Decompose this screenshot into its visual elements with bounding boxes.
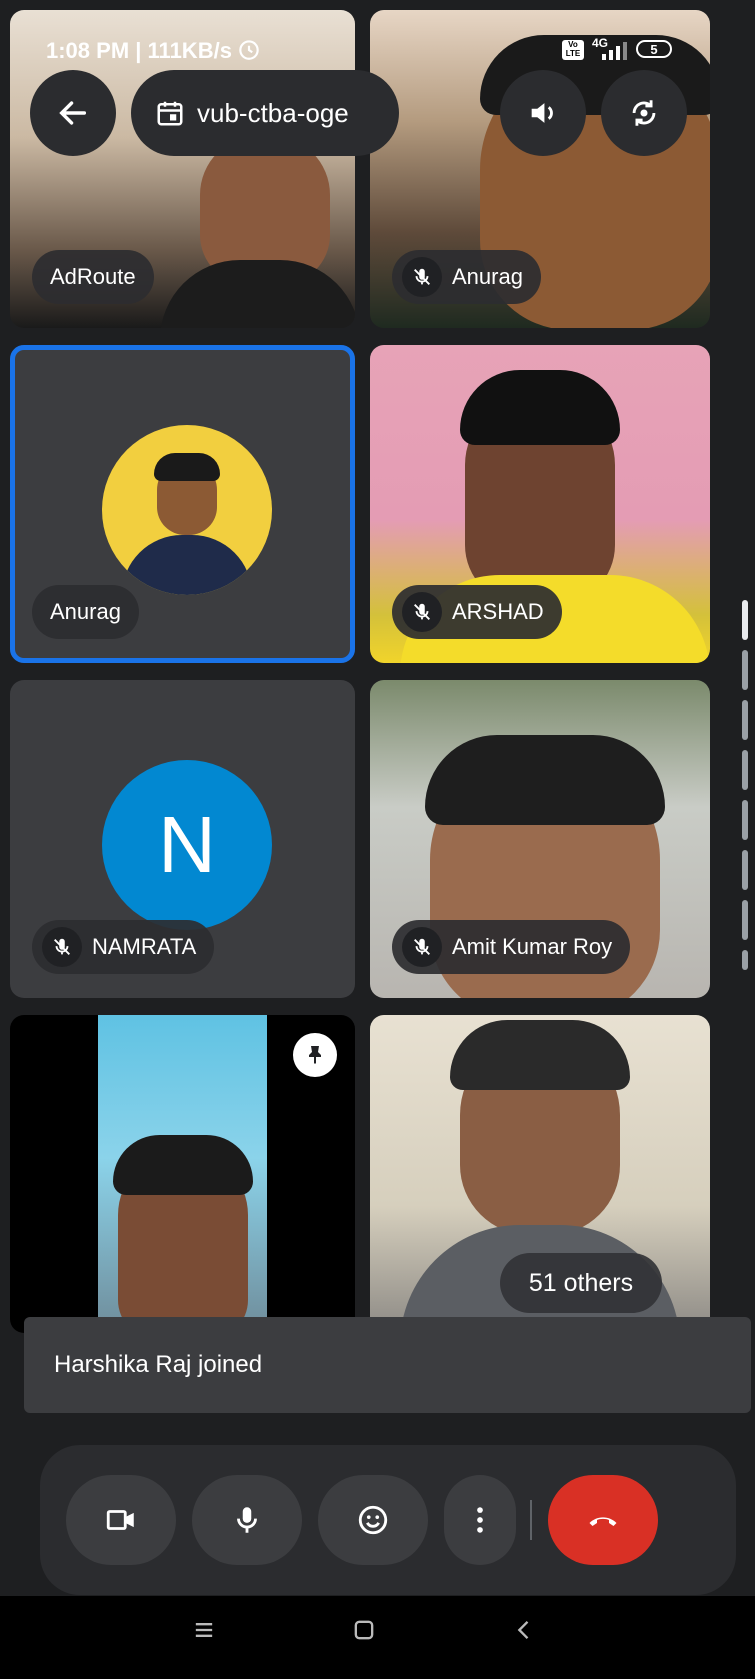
others-count-label: 51 others bbox=[528, 1268, 634, 1297]
emoji-icon bbox=[358, 1505, 388, 1535]
mic-toggle-button[interactable] bbox=[192, 1475, 302, 1565]
avatar bbox=[102, 425, 272, 595]
participant-tile[interactable] bbox=[10, 1015, 355, 1333]
scrollbar-track bbox=[742, 800, 748, 840]
battery-level: 5 bbox=[650, 41, 658, 57]
participant-name: NAMRATA bbox=[92, 934, 197, 959]
toast-text: Harshika Raj joined bbox=[54, 1351, 263, 1378]
battery-icon: 5 bbox=[636, 40, 672, 58]
participant-name-pill: ARSHAD bbox=[392, 585, 562, 639]
participant-name-pill: Anurag bbox=[32, 585, 139, 639]
reactions-button[interactable] bbox=[318, 1475, 428, 1565]
system-nav-bar bbox=[0, 1596, 755, 1679]
end-call-icon bbox=[589, 1517, 617, 1526]
speaker-icon bbox=[531, 103, 553, 123]
participant-name-pill: AdRoute bbox=[32, 250, 154, 304]
scrollbar-thumb[interactable] bbox=[742, 600, 748, 640]
participant-tile[interactable]: Amit Kumar Roy bbox=[370, 680, 710, 998]
video-feed bbox=[98, 1015, 267, 1333]
mic-off-icon bbox=[42, 927, 82, 967]
participant-name: Anurag bbox=[452, 264, 523, 289]
participant-name-pill: Amit Kumar Roy bbox=[392, 920, 631, 974]
back-icon bbox=[517, 1621, 529, 1639]
signal-icon bbox=[600, 40, 630, 65]
scrollbar-track bbox=[742, 850, 748, 890]
participant-tile[interactable]: ARSHAD bbox=[370, 345, 710, 663]
join-notification-toast: Harshika Raj joined bbox=[24, 1317, 751, 1413]
microphone-icon bbox=[237, 1507, 257, 1533]
more-icon bbox=[477, 1507, 483, 1533]
more-options-button[interactable] bbox=[444, 1475, 516, 1565]
scrollbar-track bbox=[742, 900, 748, 940]
meet-screen: AdRoute Anurag Anurag ARSHAD N NAMRATA A… bbox=[0, 0, 755, 1679]
switch-camera-button[interactable] bbox=[601, 70, 687, 156]
scrollbar-track bbox=[742, 950, 748, 970]
recents-button[interactable] bbox=[190, 1616, 218, 1649]
nav-back-button[interactable] bbox=[510, 1616, 538, 1649]
camera-icon bbox=[106, 1510, 134, 1530]
participant-name: AdRoute bbox=[50, 264, 136, 289]
participant-tile-active[interactable]: Anurag bbox=[10, 345, 355, 663]
scrollbar-track bbox=[742, 650, 748, 690]
meeting-code: vub-ctba-oge bbox=[197, 97, 349, 128]
status-time: 1:08 PM | 111KB/s bbox=[46, 38, 232, 63]
others-count-badge[interactable]: 51 others bbox=[500, 1253, 662, 1313]
home-button[interactable] bbox=[350, 1616, 378, 1649]
back-button[interactable] bbox=[30, 70, 116, 156]
alarm-icon bbox=[236, 36, 262, 67]
avatar-initial: N bbox=[158, 800, 216, 889]
volte-label: Vo LTE bbox=[565, 40, 581, 58]
calendar-icon bbox=[157, 101, 183, 126]
pin-icon[interactable] bbox=[293, 1033, 337, 1077]
participant-name-pill: Anurag bbox=[392, 250, 541, 304]
switch-camera-icon bbox=[632, 100, 656, 126]
participant-name: Amit Kumar Roy bbox=[452, 934, 613, 959]
mic-off-icon bbox=[402, 927, 442, 967]
participant-name-pill: NAMRATA bbox=[32, 920, 215, 974]
audio-output-button[interactable] bbox=[500, 70, 586, 156]
controls-divider bbox=[530, 1500, 532, 1540]
back-arrow-icon bbox=[59, 101, 87, 125]
volte-badge: Vo LTE bbox=[562, 40, 584, 60]
home-icon bbox=[354, 1620, 374, 1640]
mic-off-icon bbox=[402, 592, 442, 632]
participant-tile[interactable]: N NAMRATA bbox=[10, 680, 355, 998]
meeting-info-button[interactable]: vub-ctba-oge bbox=[131, 70, 399, 156]
camera-toggle-button[interactable] bbox=[66, 1475, 176, 1565]
avatar: N bbox=[102, 760, 272, 930]
scrollbar-track bbox=[742, 750, 748, 790]
end-call-button[interactable] bbox=[548, 1475, 658, 1565]
participant-name: Anurag bbox=[50, 599, 121, 624]
participant-name: ARSHAD bbox=[452, 599, 544, 624]
mic-off-icon bbox=[402, 257, 442, 297]
scrollbar-track bbox=[742, 700, 748, 740]
menu-icon bbox=[195, 1623, 213, 1637]
call-controls-bar bbox=[40, 1445, 736, 1595]
